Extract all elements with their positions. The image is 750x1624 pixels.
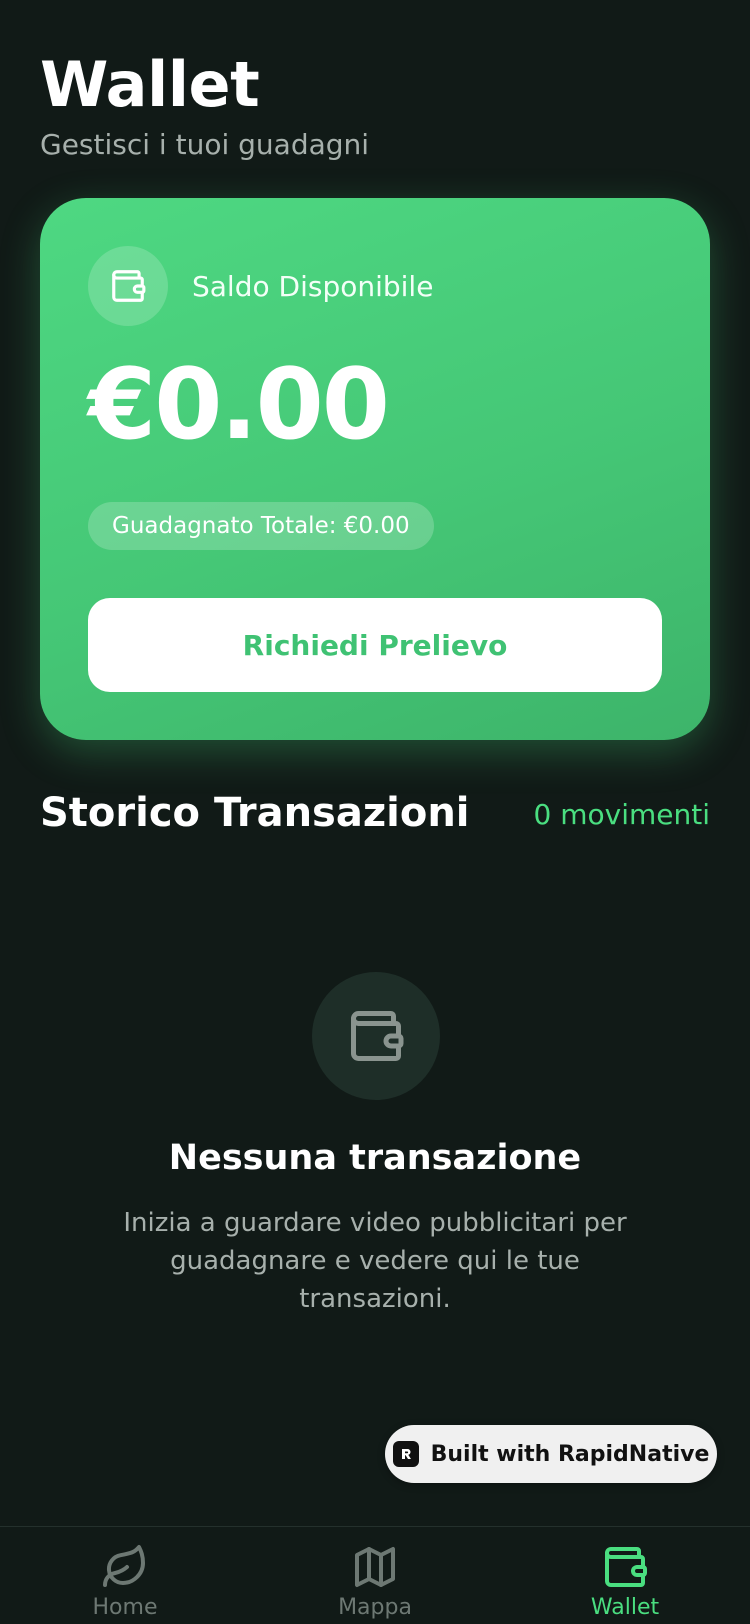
- wallet-screen: Wallet Gestisci i tuoi guadagni Saldo Di…: [0, 0, 750, 1624]
- balance-label: Saldo Disponibile: [192, 270, 434, 303]
- tab-mappa-label: Mappa: [338, 1595, 412, 1620]
- tab-wallet[interactable]: Wallet: [500, 1527, 750, 1624]
- empty-state-title: Nessuna transazione: [168, 1138, 582, 1178]
- built-with-label: Built with RapidNative: [430, 1441, 710, 1467]
- balance-amount: €0.00: [88, 348, 390, 462]
- page-title: Wallet: [40, 48, 260, 121]
- empty-wallet-icon: [312, 972, 440, 1100]
- total-earned-pill: Guadagnato Totale: €0.00: [88, 502, 434, 550]
- wallet-icon: [605, 1547, 647, 1587]
- tab-home[interactable]: Home: [0, 1527, 250, 1624]
- wallet-icon: [88, 246, 168, 326]
- empty-state-text: Inizia a guardare video pubblicitari per…: [123, 1208, 627, 1314]
- map-icon: [355, 1547, 395, 1587]
- transactions-title: Storico Transazioni: [40, 790, 470, 836]
- bottom-tab-bar: Home Mappa Wallet: [0, 1526, 750, 1624]
- transactions-count: 0 movimenti: [533, 798, 710, 831]
- balance-card: Saldo Disponibile €0.00 Guadagnato Total…: [40, 198, 710, 740]
- tab-mappa[interactable]: Mappa: [250, 1527, 500, 1624]
- leaf-icon: [103, 1545, 145, 1587]
- built-with-badge[interactable]: Built with RapidNative: [385, 1425, 717, 1483]
- rapidnative-logo-icon: [392, 1441, 419, 1467]
- withdraw-button[interactable]: Richiedi Prelievo: [88, 598, 662, 692]
- tab-wallet-label: Wallet: [590, 1595, 660, 1620]
- page-subtitle: Gestisci i tuoi guadagni: [40, 128, 370, 161]
- tab-home-label: Home: [92, 1595, 158, 1620]
